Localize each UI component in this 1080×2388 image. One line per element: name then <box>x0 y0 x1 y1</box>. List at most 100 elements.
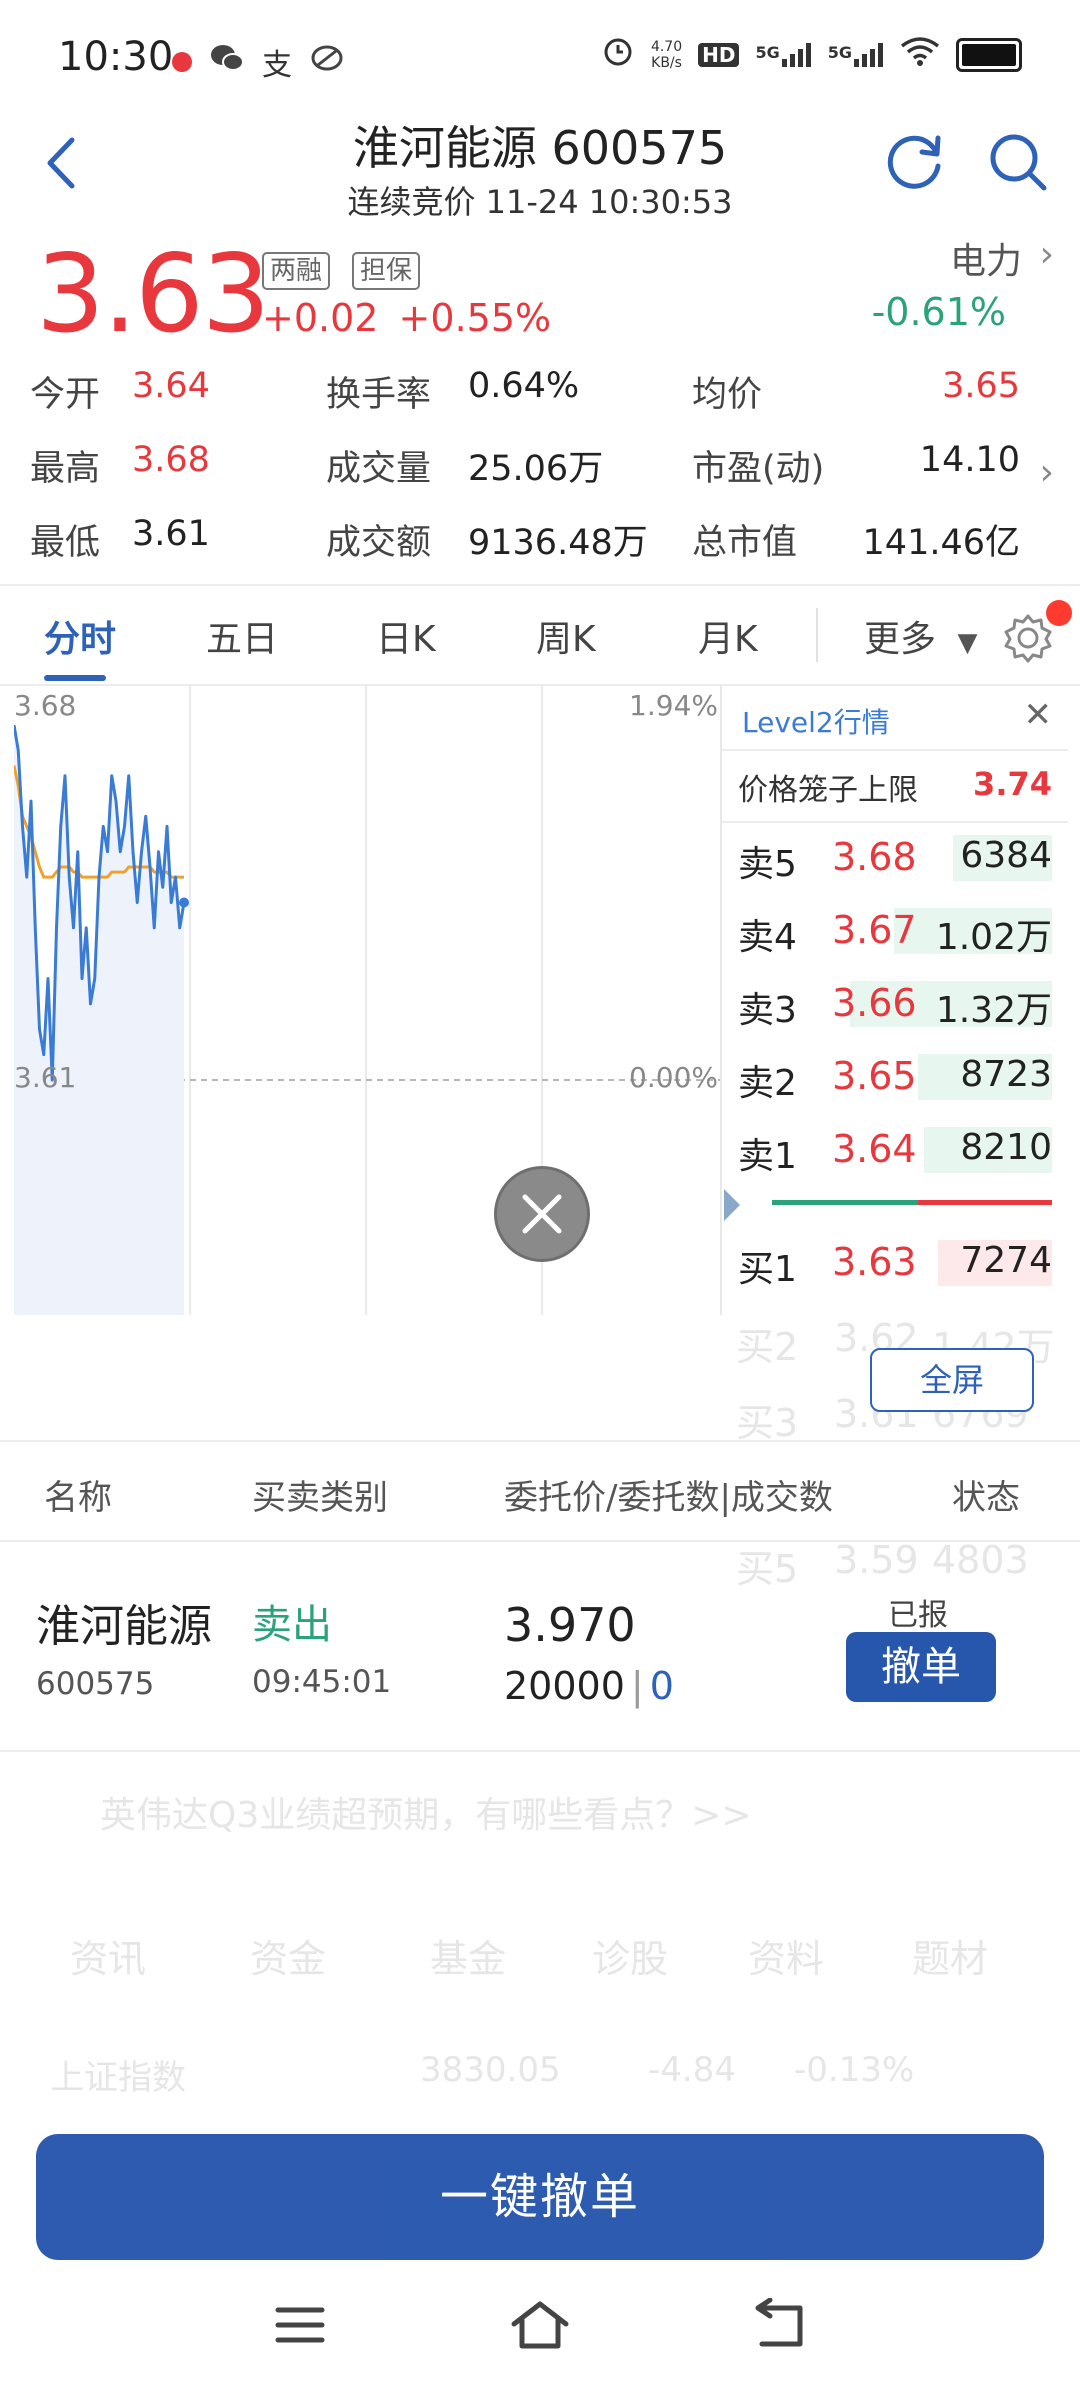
mktcap-value: 141.46亿 <box>862 523 1020 563</box>
pct-axis-mid-label: 0.00% <box>629 1061 718 1094</box>
level-label: 卖1 <box>738 1136 797 1177</box>
status-time: 10:30 <box>58 34 174 80</box>
sector-link[interactable]: 电力 <box>950 232 1022 284</box>
settings-button[interactable] <box>1002 612 1054 664</box>
tab-intraday[interactable]: 分时 <box>44 610 116 662</box>
order-price: 3.970 <box>504 1598 636 1652</box>
signal-icon-sim2: 5G <box>828 42 884 67</box>
home-icon <box>511 2301 569 2349</box>
tab-more[interactable]: 更多 ▼ <box>864 610 977 662</box>
cancel-order-button[interactable]: 撤单 <box>846 1632 996 1702</box>
level-label: 卖4 <box>738 917 797 958</box>
level-label: 卖3 <box>738 990 797 1031</box>
order-book-panel: Level2行情 ✕ 价格笼子上限 3.74 卖5 3.68 6384 卖4 3.67 1… <box>720 685 1068 1315</box>
low-value: 3.61 <box>132 514 210 554</box>
cancel-all-button[interactable]: 一键撤单 <box>36 2134 1044 2260</box>
chevron-right-icon: › <box>1039 234 1054 275</box>
level-price: 3.64 <box>832 1127 917 1171</box>
wifi-icon <box>900 36 940 73</box>
column-header-status: 状态 <box>952 1478 1020 1518</box>
hd-icon: HD <box>698 42 740 67</box>
app-notification-icon <box>172 52 192 72</box>
buy-ratio-segment <box>917 1200 1052 1205</box>
level-volume: 8723 <box>960 1054 1052 1095</box>
level2-header[interactable]: Level2行情 <box>742 701 890 741</box>
column-header-side: 买卖类别 <box>252 1478 388 1518</box>
level-volume: 8210 <box>960 1127 1052 1168</box>
avg-label: 均价 <box>692 375 763 415</box>
alarm-icon <box>601 34 635 75</box>
price-limit-value: 3.74 <box>973 765 1052 803</box>
order-quantity: 20000 | 0 <box>504 1664 674 1708</box>
collateral-badge[interactable]: 担保 <box>352 252 421 290</box>
order-stock-code: 600575 <box>36 1666 155 1702</box>
level-label: 卖2 <box>738 1063 797 1104</box>
tab-monthly-k[interactable]: 月K <box>698 610 758 662</box>
turnover-value: 0.64% <box>468 366 580 406</box>
turnover-label: 换手率 <box>326 375 432 415</box>
ask-row[interactable]: 卖3 3.66 1.32万 <box>722 971 1068 1035</box>
latest-price-point <box>179 897 189 908</box>
ask-row[interactable]: 卖2 3.65 8723 <box>722 1044 1068 1108</box>
order-time: 09:45:01 <box>252 1664 392 1700</box>
tab-weekly-k[interactable]: 周K <box>536 610 596 662</box>
sync-icon <box>310 43 344 81</box>
search-icon <box>990 134 1047 191</box>
close-icon[interactable]: ✕ <box>1024 695 1053 735</box>
net-speed: 4.70 KB/s <box>650 38 683 71</box>
notification-dot <box>1046 600 1072 626</box>
order-status: 已报 <box>888 1598 948 1633</box>
search-button[interactable] <box>984 128 1050 194</box>
triangle-down-icon: ▼ <box>957 628 978 658</box>
fullscreen-button[interactable]: 全屏 <box>870 1348 1034 1412</box>
last-price: 3.63 <box>36 232 270 357</box>
open-value: 3.64 <box>132 366 210 406</box>
level-label: 卖5 <box>738 844 797 885</box>
level-volume: 6384 <box>960 835 1052 876</box>
intraday-chart[interactable]: 3.68 3.61 1.94% 0.00% <box>12 685 720 1315</box>
stats-expand-icon[interactable]: › <box>1040 452 1054 493</box>
active-tab-indicator <box>44 675 106 681</box>
floating-close-button[interactable] <box>494 1166 590 1262</box>
sell-ratio-segment <box>772 1200 918 1205</box>
nav-home-button[interactable] <box>508 2298 572 2352</box>
price-change: +0.02 +0.55% <box>262 296 552 340</box>
level-price: 3.66 <box>832 981 917 1025</box>
tab-five-day[interactable]: 五日 <box>206 610 278 662</box>
ask-row[interactable]: 卖1 3.64 8210 <box>722 1117 1068 1181</box>
high-label: 最高 <box>30 449 101 489</box>
avg-value: 3.65 <box>942 366 1020 406</box>
level-price: 3.67 <box>832 908 917 952</box>
tab-daily-k[interactable]: 日K <box>376 610 436 662</box>
margin-trading-badge[interactable]: 两融 <box>262 252 331 290</box>
bid-row[interactable]: 买1 3.63 7274 <box>722 1230 1068 1294</box>
level-volume: 1.32万 <box>935 990 1052 1031</box>
level-label: 买1 <box>738 1249 797 1290</box>
order-filled: 0 <box>649 1664 674 1708</box>
signal-icon-sim1: 5G <box>755 42 811 67</box>
low-label: 最低 <box>30 523 101 563</box>
wechat-icon <box>210 43 244 81</box>
sector-change: -0.61% <box>871 290 1006 334</box>
ask-row[interactable]: 卖5 3.68 6384 <box>722 825 1068 889</box>
refresh-button[interactable] <box>882 128 948 194</box>
high-value: 3.68 <box>132 440 210 480</box>
alipay-icon: 支 <box>262 48 292 83</box>
gear-icon <box>1004 614 1052 663</box>
ask-row[interactable]: 卖4 3.67 1.02万 <box>722 898 1068 962</box>
nav-menu-button[interactable] <box>268 2298 332 2352</box>
order-side: 卖出 <box>252 1602 332 1648</box>
intraday-chart-svg <box>12 685 720 1315</box>
price-limit-label: 价格笼子上限 <box>738 773 918 808</box>
y-axis-top-label: 3.68 <box>14 689 77 722</box>
status-bar: 10:30 支 4.70 KB/s HD 5G 5G <box>0 0 1080 110</box>
menu-icon <box>275 2307 325 2343</box>
battery-icon <box>956 37 1022 72</box>
column-header-price-qty: 委托价/委托数|成交数 <box>504 1478 833 1518</box>
refresh-icon <box>887 135 941 189</box>
close-icon <box>522 1194 562 1234</box>
triangle-right-icon[interactable] <box>722 1185 742 1225</box>
column-header-name: 名称 <box>44 1478 112 1518</box>
return-icon <box>755 2297 803 2347</box>
nav-back-button[interactable] <box>748 2297 812 2352</box>
